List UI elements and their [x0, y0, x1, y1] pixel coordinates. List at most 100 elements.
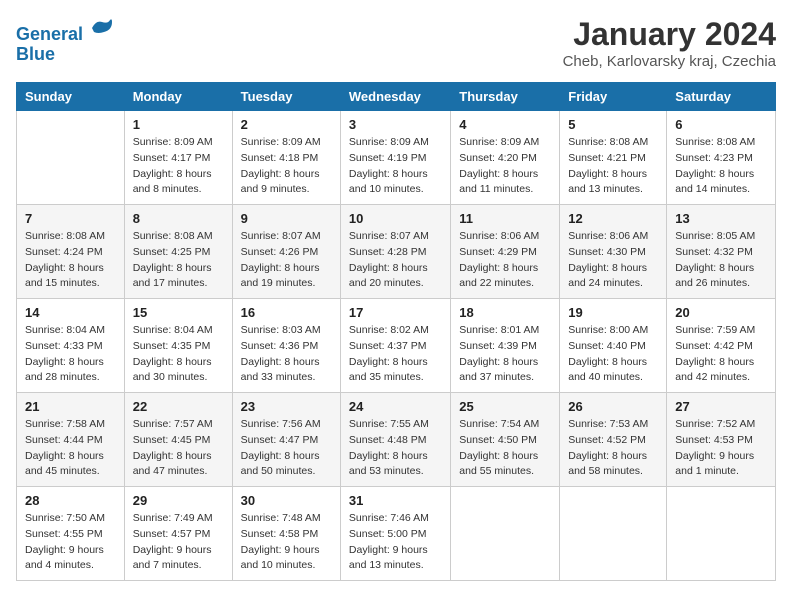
week-row-1: 7 Sunrise: 8:08 AMSunset: 4:24 PMDaylight…: [17, 205, 776, 299]
day-info: Sunrise: 8:08 AMSunset: 4:21 PMDaylight:…: [568, 135, 658, 198]
day-number: 15: [133, 305, 224, 320]
day-number: 8: [133, 211, 224, 226]
day-number: 3: [349, 117, 442, 132]
calendar-cell: [17, 111, 125, 205]
calendar-cell: 1 Sunrise: 8:09 AMSunset: 4:17 PMDaylight…: [124, 111, 232, 205]
day-number: 4: [459, 117, 551, 132]
calendar-cell: 30 Sunrise: 7:48 AMSunset: 4:58 PMDayligh…: [232, 487, 340, 581]
day-info: Sunrise: 7:54 AMSunset: 4:50 PMDaylight:…: [459, 417, 551, 480]
day-info: Sunrise: 8:08 AMSunset: 4:25 PMDaylight:…: [133, 229, 224, 292]
day-number: 26: [568, 399, 658, 414]
calendar-cell: 13 Sunrise: 8:05 AMSunset: 4:32 PMDayligh…: [667, 205, 776, 299]
week-row-3: 21Sunrise: 7:58 AMSunset: 4:44 PMDayligh…: [17, 393, 776, 487]
day-number: 13: [675, 211, 767, 226]
day-number: 5: [568, 117, 658, 132]
day-info: Sunrise: 7:53 AMSunset: 4:52 PMDaylight:…: [568, 417, 658, 480]
calendar-cell: 12 Sunrise: 8:06 AMSunset: 4:30 PMDayligh…: [560, 205, 667, 299]
calendar-cell: 29Sunrise: 7:49 AMSunset: 4:57 PMDayligh…: [124, 487, 232, 581]
calendar-cell: 3 Sunrise: 8:09 AMSunset: 4:19 PMDaylight…: [340, 111, 450, 205]
calendar-cell: 23 Sunrise: 7:56 AMSunset: 4:47 PMDayligh…: [232, 393, 340, 487]
day-info: Sunrise: 8:02 AMSunset: 4:37 PMDaylight:…: [349, 323, 442, 386]
calendar-cell: [560, 487, 667, 581]
calendar-cell: 24 Sunrise: 7:55 AMSunset: 4:48 PMDayligh…: [340, 393, 450, 487]
calendar-cell: 17 Sunrise: 8:02 AMSunset: 4:37 PMDayligh…: [340, 299, 450, 393]
day-number: 28: [25, 493, 116, 508]
day-number: 12: [568, 211, 658, 226]
calendar-cell: 8 Sunrise: 8:08 AMSunset: 4:25 PMDaylight…: [124, 205, 232, 299]
day-number: 27: [675, 399, 767, 414]
calendar-cell: 9Sunrise: 8:07 AMSunset: 4:26 PMDaylight…: [232, 205, 340, 299]
calendar-cell: 22Sunrise: 7:57 AMSunset: 4:45 PMDayligh…: [124, 393, 232, 487]
header-monday: Monday: [124, 83, 232, 111]
day-number: 10: [349, 211, 442, 226]
header-wednesday: Wednesday: [340, 83, 450, 111]
day-info: Sunrise: 7:52 AMSunset: 4:53 PMDaylight:…: [675, 417, 767, 480]
day-info: Sunrise: 7:55 AMSunset: 4:48 PMDaylight:…: [349, 417, 442, 480]
day-info: Sunrise: 8:07 AMSunset: 4:26 PMDaylight:…: [241, 229, 332, 292]
week-row-0: 1 Sunrise: 8:09 AMSunset: 4:17 PMDaylight…: [17, 111, 776, 205]
day-info: Sunrise: 8:05 AMSunset: 4:32 PMDaylight:…: [675, 229, 767, 292]
day-number: 2: [241, 117, 332, 132]
calendar-cell: 10Sunrise: 8:07 AMSunset: 4:28 PMDayligh…: [340, 205, 450, 299]
day-info: Sunrise: 8:06 AMSunset: 4:30 PMDaylight:…: [568, 229, 658, 292]
day-number: 23: [241, 399, 332, 414]
day-number: 18: [459, 305, 551, 320]
day-info: Sunrise: 8:09 AMSunset: 4:19 PMDaylight:…: [349, 135, 442, 198]
calendar-cell: 4 Sunrise: 8:09 AMSunset: 4:20 PMDaylight…: [451, 111, 560, 205]
calendar-cell: 16 Sunrise: 8:03 AMSunset: 4:36 PMDayligh…: [232, 299, 340, 393]
day-number: 11: [459, 211, 551, 226]
header-friday: Friday: [560, 83, 667, 111]
calendar-cell: [451, 487, 560, 581]
day-number: 25: [459, 399, 551, 414]
day-number: 7: [25, 211, 116, 226]
calendar-cell: 6 Sunrise: 8:08 AMSunset: 4:23 PMDaylight…: [667, 111, 776, 205]
header-tuesday: Tuesday: [232, 83, 340, 111]
day-number: 17: [349, 305, 442, 320]
calendar-cell: 11 Sunrise: 8:06 AMSunset: 4:29 PMDayligh…: [451, 205, 560, 299]
day-info: Sunrise: 8:03 AMSunset: 4:36 PMDaylight:…: [241, 323, 332, 386]
day-info: Sunrise: 7:48 AMSunset: 4:58 PMDaylight:…: [241, 511, 332, 574]
calendar-cell: 31 Sunrise: 7:46 AMSunset: 5:00 PMDayligh…: [340, 487, 450, 581]
calendar-cell: 25 Sunrise: 7:54 AMSunset: 4:50 PMDayligh…: [451, 393, 560, 487]
title-block: January 2024 Cheb, Karlovarsky kraj, Cze…: [563, 16, 776, 70]
calendar-cell: 20Sunrise: 7:59 AMSunset: 4:42 PMDayligh…: [667, 299, 776, 393]
day-info: Sunrise: 7:57 AMSunset: 4:45 PMDaylight:…: [133, 417, 224, 480]
day-number: 20: [675, 305, 767, 320]
day-info: Sunrise: 8:04 AMSunset: 4:35 PMDaylight:…: [133, 323, 224, 386]
day-number: 30: [241, 493, 332, 508]
day-info: Sunrise: 7:46 AMSunset: 5:00 PMDaylight:…: [349, 511, 442, 574]
day-info: Sunrise: 7:58 AMSunset: 4:44 PMDaylight:…: [25, 417, 116, 480]
day-number: 14: [25, 305, 116, 320]
day-number: 1: [133, 117, 224, 132]
calendar-cell: 28 Sunrise: 7:50 AMSunset: 4:55 PMDayligh…: [17, 487, 125, 581]
day-info: Sunrise: 8:06 AMSunset: 4:29 PMDaylight:…: [459, 229, 551, 292]
day-info: Sunrise: 8:09 AMSunset: 4:17 PMDaylight:…: [133, 135, 224, 198]
logo-line2: Blue: [16, 45, 114, 65]
logo-text: General: [16, 16, 114, 45]
calendar-table: Sunday Monday Tuesday Wednesday Thursday…: [16, 82, 776, 581]
day-number: 29: [133, 493, 224, 508]
calendar-cell: 7 Sunrise: 8:08 AMSunset: 4:24 PMDaylight…: [17, 205, 125, 299]
calendar-cell: 18Sunrise: 8:01 AMSunset: 4:39 PMDayligh…: [451, 299, 560, 393]
day-info: Sunrise: 8:00 AMSunset: 4:40 PMDaylight:…: [568, 323, 658, 386]
week-row-2: 14Sunrise: 8:04 AMSunset: 4:33 PMDayligh…: [17, 299, 776, 393]
calendar-cell: 21Sunrise: 7:58 AMSunset: 4:44 PMDayligh…: [17, 393, 125, 487]
day-info: Sunrise: 8:08 AMSunset: 4:24 PMDaylight:…: [25, 229, 116, 292]
logo-icon: [90, 16, 114, 40]
day-number: 31: [349, 493, 442, 508]
day-number: 6: [675, 117, 767, 132]
day-number: 24: [349, 399, 442, 414]
header-thursday: Thursday: [451, 83, 560, 111]
day-number: 19: [568, 305, 658, 320]
day-info: Sunrise: 8:09 AMSunset: 4:20 PMDaylight:…: [459, 135, 551, 198]
logo: General Blue: [16, 16, 114, 65]
header-sunday: Sunday: [17, 83, 125, 111]
day-info: Sunrise: 7:56 AMSunset: 4:47 PMDaylight:…: [241, 417, 332, 480]
day-info: Sunrise: 7:50 AMSunset: 4:55 PMDaylight:…: [25, 511, 116, 574]
day-number: 16: [241, 305, 332, 320]
day-info: Sunrise: 8:08 AMSunset: 4:23 PMDaylight:…: [675, 135, 767, 198]
header-saturday: Saturday: [667, 83, 776, 111]
week-row-4: 28 Sunrise: 7:50 AMSunset: 4:55 PMDayligh…: [17, 487, 776, 581]
day-info: Sunrise: 8:09 AMSunset: 4:18 PMDaylight:…: [241, 135, 332, 198]
calendar-cell: [667, 487, 776, 581]
